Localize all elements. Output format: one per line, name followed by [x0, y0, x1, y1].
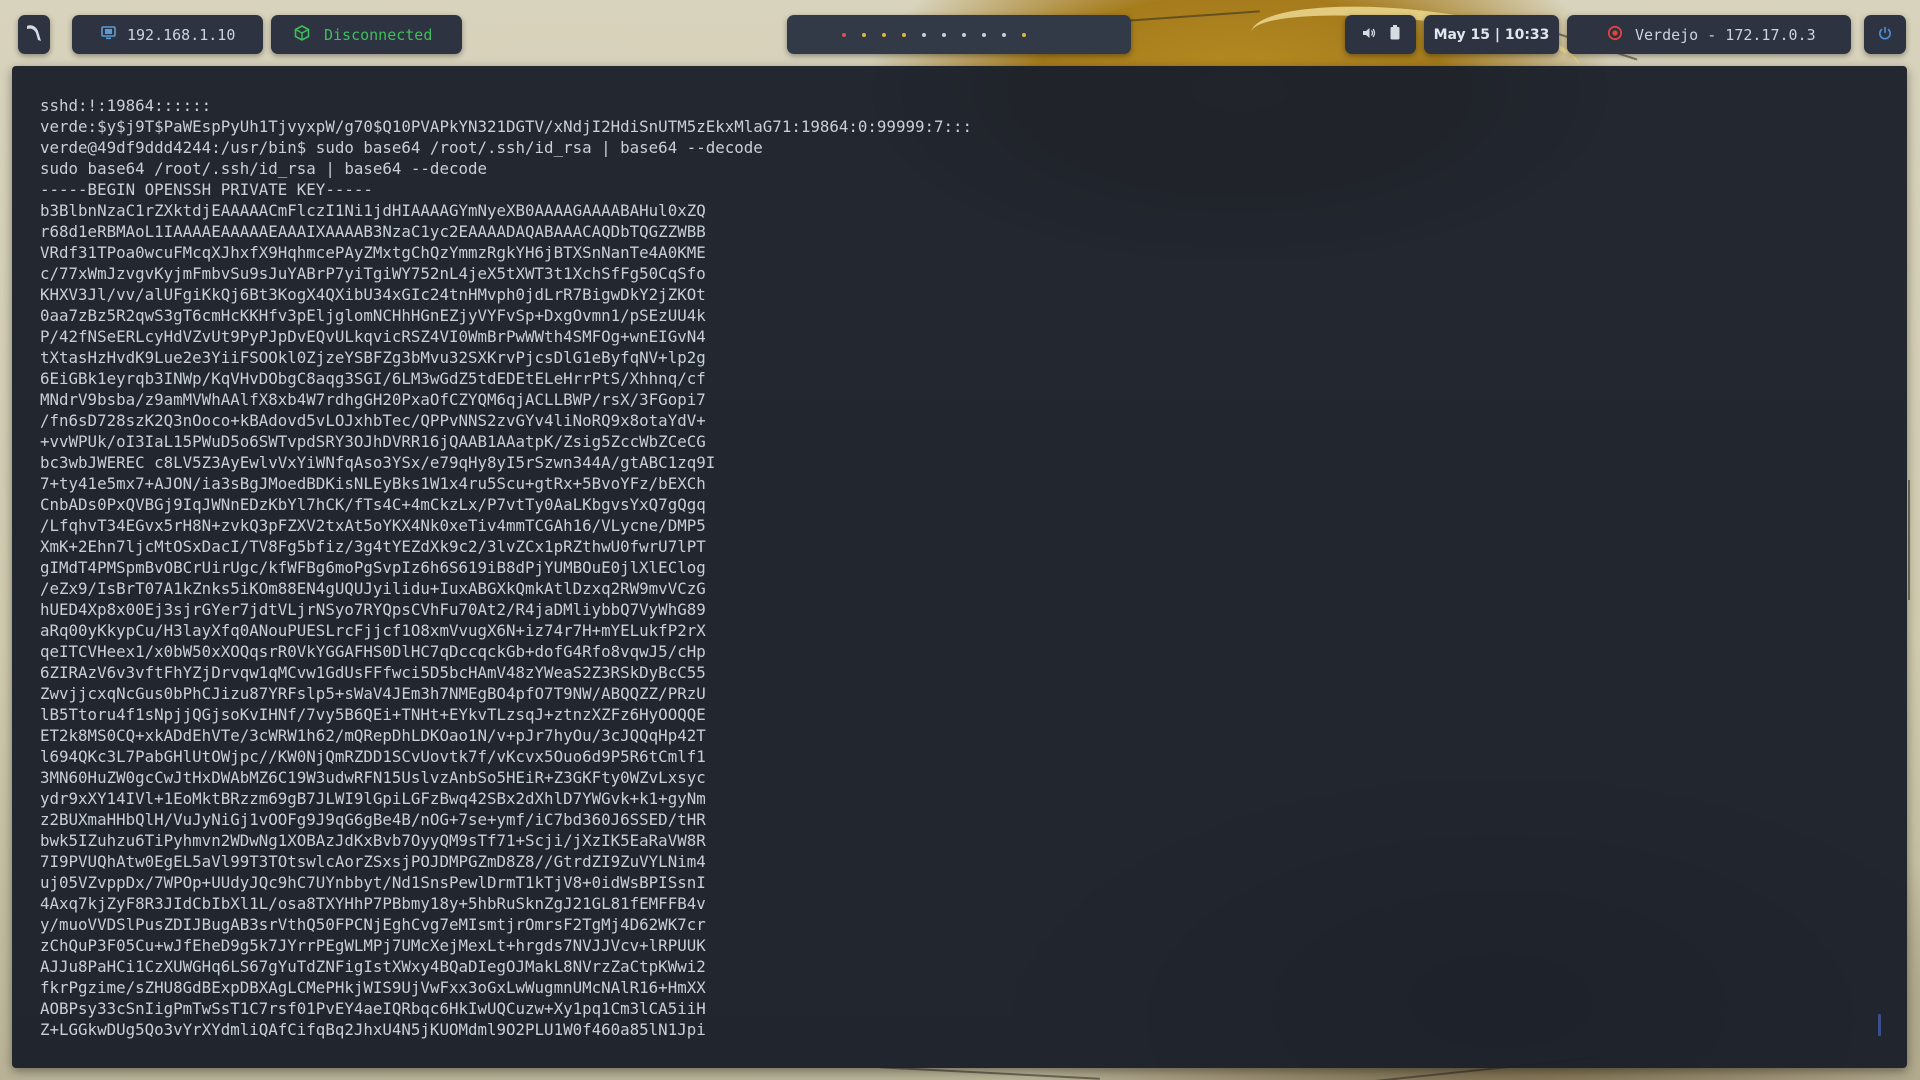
terminal-line: AOBPsy33cSnIigPmTwSsT1C7rsf01PvEY4aeIQRb… — [40, 999, 706, 1018]
clock-module: May 15 | 10:33 — [1424, 15, 1559, 54]
terminal-line: /LfqhvT34EGvx5rH8N+zvkQ3pFZXV2txAt5oYKX4… — [40, 516, 706, 535]
date-time-text: May 15 | 10:33 — [1433, 26, 1550, 43]
terminal-line: z2BUXmaHHbQlH/VuJyNiGj1vOOFg9J9qG6gBe4B/… — [40, 810, 706, 829]
power-button[interactable] — [1864, 15, 1906, 54]
terminal-line: -----BEGIN OPENSSH PRIVATE KEY----- — [40, 180, 373, 199]
terminal-line: y/muoVVDSlPusZDIJBugAB3srVthQ50FPCNjEghC… — [40, 915, 706, 934]
vpn-status-module: Disconnected — [271, 15, 462, 54]
terminal-line: zChQuP3F05Cu+wJfEheD9g5k7JYrrPEgWLMPj7UM… — [40, 936, 706, 955]
terminal-line: /eZx9/IsBrT07A1kZnks5iKOm88EN4gUQUJyilid… — [40, 579, 706, 598]
terminal-line: ET2k8MS0CQ+xkADdEhVTe/3cWRW1h62/mQRepDhL… — [40, 726, 706, 745]
os-logo-icon — [25, 23, 43, 47]
terminal-line: qeITCVHeex1/x0bW50xXOQqsrR0VkYGGAFHS0DlH… — [40, 642, 706, 661]
terminal-line: tXtasHzHvdK9Lue2e3YiiFSOOkl0ZjzeYSBFZg3b… — [40, 348, 706, 367]
terminal-line: r68d1eRBMAoL1IAAAAEAAAAAEAAAIXAAAAB3NzaC… — [40, 222, 706, 241]
terminal-line: /fn6sD728szK2Q3nOoco+kBAdovd5vLOJxhbTec/… — [40, 411, 706, 430]
vpn-status-text: Disconnected — [324, 25, 433, 44]
terminal-line: P/42fNSeERLcyHdVZvUt9PyPJpDvEQvULkqvicRS… — [40, 327, 706, 346]
terminal-output: sshd:!:19864:::::: verde:$y$j9T$PaWEspPyU… — [40, 95, 1907, 1040]
terminal-line: lB5Ttoru4f1sNpjjQGjsoKvIHNf/7vy5B6QEi+TN… — [40, 705, 706, 724]
workspace-9[interactable] — [1002, 32, 1006, 37]
ip-address-text: 192.168.1.10 — [127, 25, 236, 44]
terminal-line: bwk5IZuhzu6TiPyhmvn2WDwNg1XOBAzJdKxBvb7O… — [40, 831, 706, 850]
terminal-line: 0aa7zBz5R2qwS3gT6cmHcKKHfv3pEljglomNCHhH… — [40, 306, 706, 325]
ip-address-module: 192.168.1.10 — [72, 15, 263, 54]
cube-icon — [294, 24, 310, 45]
terminal-scrollbar[interactable] — [1878, 1014, 1881, 1036]
workspace-1[interactable] — [842, 32, 846, 37]
terminal-line: 7+ty41e5mx7+AJON/ia3sBgJMoedBDKisNLEyBks… — [40, 474, 706, 493]
terminal-line: XmK+2Ehn7ljcMtOSxDacI/TV8Fg5bfiz/3g4tYEZ… — [40, 537, 706, 556]
workspace-2[interactable] — [862, 32, 866, 37]
workspace-7[interactable] — [962, 32, 966, 37]
workspace-8[interactable] — [982, 32, 986, 37]
terminal-line: verde:$y$j9T$PaWEspPyUh1TjvyxpW/g70$Q10P… — [40, 117, 973, 136]
target-module: Verdejo - 172.17.0.3 — [1567, 15, 1851, 54]
workspace-5[interactable] — [922, 32, 926, 37]
terminal-window[interactable]: sshd:!:19864:::::: verde:$y$j9T$PaWEspPyU… — [12, 66, 1907, 1068]
terminal-line: 3MN60HuZW0gcCwJtHxDWAbMZ6C19W3udwRFN15Us… — [40, 768, 706, 787]
terminal-line: c/77xWmJzvgvKyjmFmbvSu9sJuYABrP7yiTgiWY7… — [40, 264, 706, 283]
terminal-line: Z+LGGkwDUg5Qo3vYrXYdmliQAfCifqBq2JhxU4N5… — [40, 1020, 706, 1039]
workspace-switcher — [787, 15, 1131, 54]
terminal-line: sshd:!:19864:::::: — [40, 96, 212, 115]
terminal-line: uj05VZvppDx/7WPOp+UUdyJQc9hC7UYnbbyt/Nd1… — [40, 873, 706, 892]
terminal-line: gIMdT4PMSpmBvOBCrUirUgc/kfWFBg6moPgSvpIz… — [40, 558, 706, 577]
target-icon — [1607, 25, 1623, 45]
terminal-line: 6EiGBk1eyrqb3INWp/KqVHvDObgC8aqg3SGI/6LM… — [40, 369, 706, 388]
terminal-line: verde@49df9ddd4244:/usr/bin$ sudo base64… — [40, 138, 763, 157]
terminal-line: 6ZIRAzV6v3vftFhYZjDrvqw1qMCvw1GdUsFFfwci… — [40, 663, 706, 682]
terminal-line: hUED4Xp8x00Ej3sjrGYer7jdtVLjrNSyo7RYQpsC… — [40, 600, 706, 619]
workspace-6[interactable] — [942, 32, 946, 37]
top-status-bar: 192.168.1.10 Disconnected May 15 | 10:33… — [0, 0, 1920, 66]
terminal-line: fkrPgzime/sZHU8GdBExpDBXAgLCMePHkjWIS9Uj… — [40, 978, 706, 997]
target-text: Verdejo - 172.17.0.3 — [1635, 25, 1816, 44]
terminal-line: 4Axq7kjZyF8R3JIdCbIbXl1L/osa8TXYHhP7PBbm… — [40, 894, 706, 913]
battery-icon[interactable] — [1390, 25, 1400, 44]
monitor-icon — [101, 25, 116, 44]
terminal-line: KHXV3Jl/vv/alUFgiKkQj6Bt3KogX4QXibU34xGI… — [40, 285, 706, 304]
launcher-button[interactable] — [18, 15, 50, 54]
terminal-line: sudo base64 /root/.ssh/id_rsa | base64 -… — [40, 159, 487, 178]
terminal-line: aRq00yKkypCu/H3layXfq0ANouPUESLrcFjjcf1O… — [40, 621, 706, 640]
workspace-10[interactable] — [1022, 32, 1026, 37]
terminal-line: +vvWPUk/oI3IaL15PWuD5o6SWTvpdSRY3OJhDVRR… — [40, 432, 706, 451]
terminal-line: bc3wbJWEREC c8LV5Z3AyEwlvVxYiWNfqAso3YSx… — [40, 453, 716, 472]
system-tray — [1345, 15, 1416, 54]
volume-icon[interactable] — [1362, 26, 1376, 44]
terminal-line: l694QKc3L7PabGHlUtOWjpc//KW0NjQmRZDD1SCv… — [40, 747, 706, 766]
terminal-line: 7I9PVUQhAtw0EgEL5aVl99T3TOtswlcAorZSxsjP… — [40, 852, 706, 871]
terminal-line: ydr9xXY14IVl+1EoMktBRzzm69gB7JLWI9lGpiLG… — [40, 789, 706, 808]
terminal-line: MNdrV9bsba/z9amMVWhAAlfX8xb4W7rdhgGH20Px… — [40, 390, 706, 409]
terminal-line: VRdf31TPoa0wcuFMcqXJhxfX9HqhmcePAyZMxtgC… — [40, 243, 706, 262]
terminal-line: ZwvjjcxqNcGus0bPhCJizu87YRFslp5+sWaV4JEm… — [40, 684, 706, 703]
terminal-line: AJJu8PaHCi1CzXUWGHq6LS67gYuTdZNFigIstXWx… — [40, 957, 706, 976]
workspace-4[interactable] — [902, 32, 906, 37]
terminal-line: b3BlbnNzaC1rZXktdjEAAAAACmFlczI1Ni1jdHIA… — [40, 201, 706, 220]
workspace-3[interactable] — [882, 32, 886, 37]
terminal-line: CnbADs0PxQVBGj9IqJWNnEDzKbYl7hCK/fTs4C+4… — [40, 495, 706, 514]
power-icon — [1878, 26, 1892, 44]
